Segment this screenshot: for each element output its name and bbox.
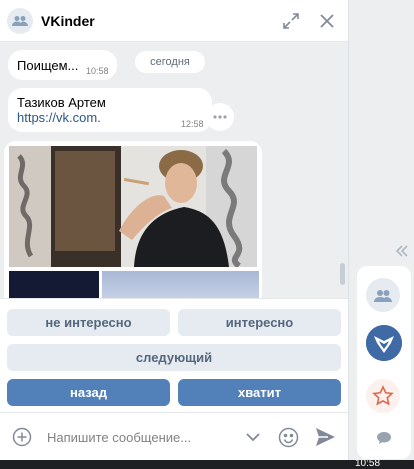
message-composer: Напишите сообщение... (0, 412, 348, 460)
chat-header: VKinder (0, 0, 348, 42)
interested-button[interactable]: интересно (178, 309, 341, 336)
photo-attachment[interactable] (4, 141, 262, 298)
group-icon[interactable] (366, 278, 400, 312)
vk-app-icon[interactable] (366, 325, 402, 361)
side-dock (357, 266, 411, 459)
double-chevron-left-icon[interactable] (395, 244, 409, 258)
system-taskbar: 10:58 (0, 458, 414, 469)
message-list: Поищем... 10:58 сегодня Тазиков Артем ht… (0, 42, 348, 298)
chat-window: VKinder Поищем... 10:58 сегодня Тазиков … (0, 0, 349, 460)
more-icon[interactable] (206, 103, 234, 131)
back-button[interactable]: назад (7, 379, 170, 406)
profile-link[interactable]: https://vk.com. (17, 110, 101, 125)
scrollbar-thumb[interactable] (340, 263, 345, 285)
photo-thumbnail[interactable] (9, 271, 99, 298)
taskbar-clock: 10:58 (355, 458, 381, 469)
message-time: 12:58 (181, 119, 204, 129)
attach-plus-icon[interactable] (12, 427, 32, 447)
star-icon[interactable] (366, 379, 400, 413)
next-button[interactable]: следующий (7, 344, 341, 371)
expand-icon[interactable] (281, 11, 301, 31)
date-separator: сегодня (135, 51, 205, 73)
message-input[interactable]: Напишите сообщение... (47, 430, 191, 445)
send-icon[interactable] (315, 427, 336, 447)
not-interested-button[interactable]: не интересно (7, 309, 170, 336)
close-icon[interactable] (317, 11, 337, 31)
message-text: Тазиков Артем (17, 95, 106, 110)
message-time: 10:58 (86, 66, 109, 76)
emoji-icon[interactable] (278, 427, 299, 448)
profile-photo[interactable] (9, 146, 257, 269)
message-text: Поищем... (17, 58, 79, 73)
enough-button[interactable]: хватит (178, 379, 341, 406)
group-avatar-icon[interactable] (7, 8, 33, 34)
bot-keyboard: не интересно интересно следующий назад х… (0, 298, 348, 412)
chevron-down-icon[interactable] (245, 429, 261, 445)
photo-thumbnail[interactable] (102, 271, 259, 298)
message-bubble: Тазиков Артем https://vk.com. 12:58 (8, 88, 212, 132)
chat-title: VKinder (41, 13, 95, 29)
message-bubble: Поищем... 10:58 (8, 50, 117, 80)
chat-bubble-icon[interactable] (376, 430, 392, 446)
